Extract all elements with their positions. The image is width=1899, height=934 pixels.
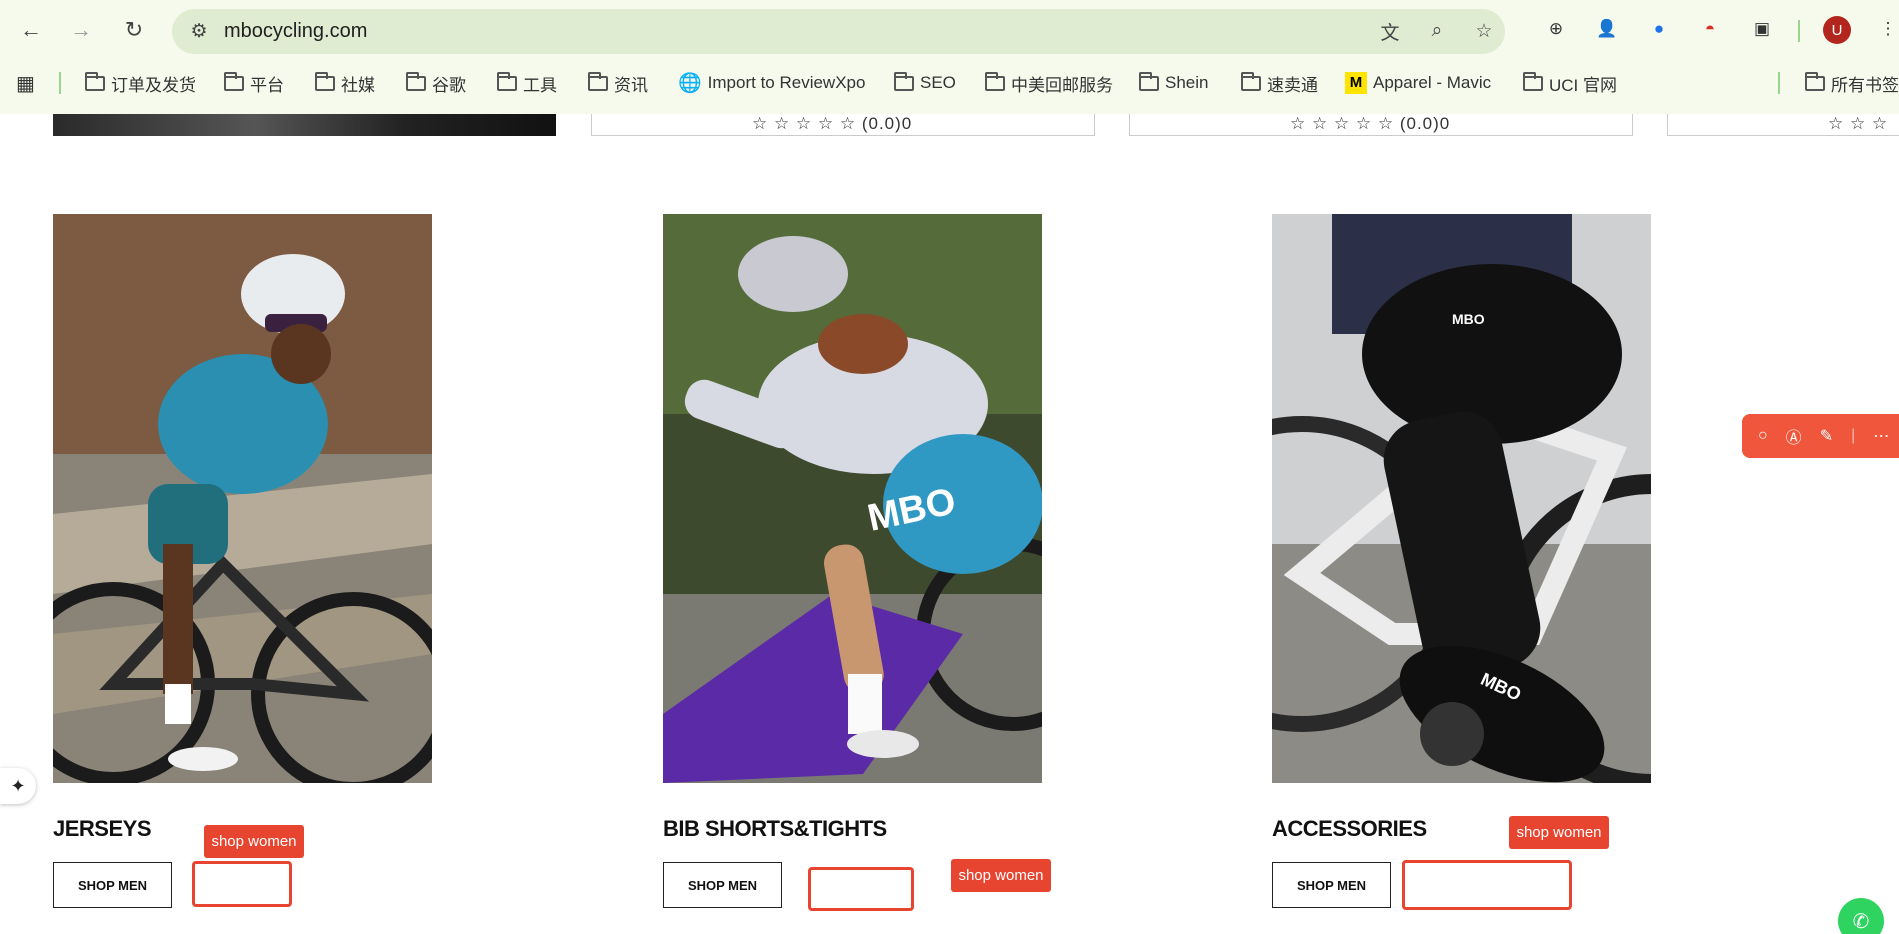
shop-women-button-outline[interactable]: [808, 867, 914, 911]
back-button[interactable]: ←: [15, 14, 47, 46]
floating-toolbar: ○ Ⓐ ✎ | ⋯: [1742, 414, 1899, 458]
bookmark-item[interactable]: 工具: [497, 66, 557, 100]
category-image-bib-shorts[interactable]: MBO: [663, 214, 1042, 783]
toolbar-divider: [1798, 20, 1800, 42]
page-content: ☆ ☆ ☆ ☆ ☆ (0.0)0 ☆ ☆ ☆ ☆ ☆ (0.0)0 ☆ ☆ ☆ …: [0, 114, 1899, 934]
folder-icon: [588, 71, 608, 91]
bookmark-item[interactable]: 🌐 Import to ReviewXpo: [678, 66, 865, 100]
extension-crosshair-icon[interactable]: ⊕: [1542, 15, 1570, 43]
shop-women-badge[interactable]: shop women: [951, 859, 1051, 892]
bookmark-item[interactable]: 订单及发货: [85, 66, 196, 100]
folder-icon: [1523, 71, 1543, 91]
bookmark-item[interactable]: 速卖通: [1241, 66, 1318, 100]
extension-pokeball-icon[interactable]: ◓: [1696, 15, 1724, 43]
category-image-accessories[interactable]: MBO MBO: [1272, 214, 1651, 783]
folder-icon: [1139, 71, 1159, 91]
bookmark-item-all[interactable]: 所有书签: [1805, 66, 1899, 100]
star-icon[interactable]: ☆: [1471, 18, 1497, 44]
category-title: JERSEYS: [53, 816, 152, 841]
address-bar[interactable]: ⚙ mbocycling.com 文 ⌕ ☆: [172, 9, 1505, 54]
folder-icon: [1241, 71, 1261, 91]
translate-icon[interactable]: 文: [1377, 18, 1403, 44]
menu-kebab-icon[interactable]: ⋮: [1874, 15, 1899, 43]
avatar[interactable]: U: [1823, 16, 1851, 44]
extensions-puzzle-icon[interactable]: ▣: [1748, 15, 1776, 43]
extension-person-add-icon[interactable]: 👤: [1593, 15, 1621, 43]
whatsapp-icon[interactable]: ✆: [1838, 898, 1884, 934]
mavic-logo-icon: M: [1345, 72, 1367, 94]
bookmark-item[interactable]: UCI 官网: [1523, 66, 1617, 100]
rating-stars: ☆ ☆ ☆ ☆ ☆ (0.0)0: [1290, 114, 1451, 133]
product-image[interactable]: [53, 114, 556, 136]
sparkle-icon[interactable]: ✦: [0, 768, 36, 804]
shop-women-button-outline[interactable]: [1402, 860, 1572, 910]
folder-icon: [406, 71, 426, 91]
tune-icon[interactable]: ⚙: [186, 18, 212, 44]
search-icon[interactable]: ○: [1758, 427, 1768, 445]
bookmark-item[interactable]: 中美回邮服务: [985, 66, 1113, 100]
bookmarks-bar: ▦ 订单及发货 平台 社媒 谷歌 工具 资讯 🌐 Import to Review…: [0, 66, 1899, 100]
globe-icon: 🌐: [678, 73, 702, 94]
browser-chrome: ← → ↻ ⚙ mbocycling.com 文 ⌕ ☆ ⊕ 👤 ● ◓ ▣ U…: [0, 0, 1899, 114]
zoom-icon[interactable]: ⌕: [1424, 18, 1450, 44]
shop-women-badge[interactable]: shop women: [204, 825, 304, 858]
forward-button[interactable]: →: [65, 14, 97, 46]
category-title: ACCESSORIES: [1272, 816, 1427, 841]
folder-icon: [85, 71, 105, 91]
bookmarks-divider: [59, 72, 61, 94]
arrow-right-icon: →: [70, 17, 92, 42]
folder-icon: [1805, 71, 1825, 91]
extension-info-icon[interactable]: ●: [1645, 15, 1673, 43]
bookmark-item[interactable]: SEO: [894, 66, 956, 100]
bookmark-item[interactable]: 社媒: [315, 66, 375, 100]
shop-men-button[interactable]: SHOP MEN: [663, 862, 782, 908]
rating-stars: ☆ ☆ ☆: [1828, 114, 1889, 133]
reload-icon: ↻: [124, 17, 144, 42]
bookmarks-divider: [1778, 72, 1780, 94]
bookmark-item[interactable]: 谷歌: [406, 66, 466, 100]
reload-button[interactable]: ↻: [118, 14, 150, 46]
magic-wand-icon[interactable]: ✎: [1820, 426, 1833, 446]
url-text[interactable]: mbocycling.com: [224, 20, 367, 43]
folder-icon: [497, 71, 517, 91]
ai-icon[interactable]: Ⓐ: [1786, 424, 1802, 448]
shop-men-button[interactable]: SHOP MEN: [53, 862, 172, 908]
arrow-left-icon: ←: [20, 17, 42, 42]
bookmark-item[interactable]: 平台: [224, 66, 284, 100]
category-image-jerseys[interactable]: [53, 214, 432, 783]
apps-grid-icon[interactable]: ▦: [16, 66, 35, 100]
bookmark-item[interactable]: M Apparel - Mavic: [1345, 66, 1491, 100]
bookmark-item[interactable]: 资讯: [588, 66, 648, 100]
folder-icon: [224, 71, 244, 91]
bookmark-item[interactable]: Shein: [1139, 66, 1208, 100]
folder-icon: [315, 71, 335, 91]
folder-icon: [985, 71, 1005, 91]
shop-women-badge[interactable]: shop women: [1509, 816, 1609, 849]
category-title: BIB SHORTS&TIGHTS: [663, 816, 887, 841]
rating-stars: ☆ ☆ ☆ ☆ ☆ (0.0)0: [752, 114, 913, 133]
more-icon[interactable]: ⋯: [1873, 426, 1889, 446]
svg-text:MBO: MBO: [1452, 311, 1485, 327]
shop-men-button[interactable]: SHOP MEN: [1272, 862, 1391, 908]
shop-women-button-outline[interactable]: [192, 861, 292, 907]
folder-icon: [894, 71, 914, 91]
